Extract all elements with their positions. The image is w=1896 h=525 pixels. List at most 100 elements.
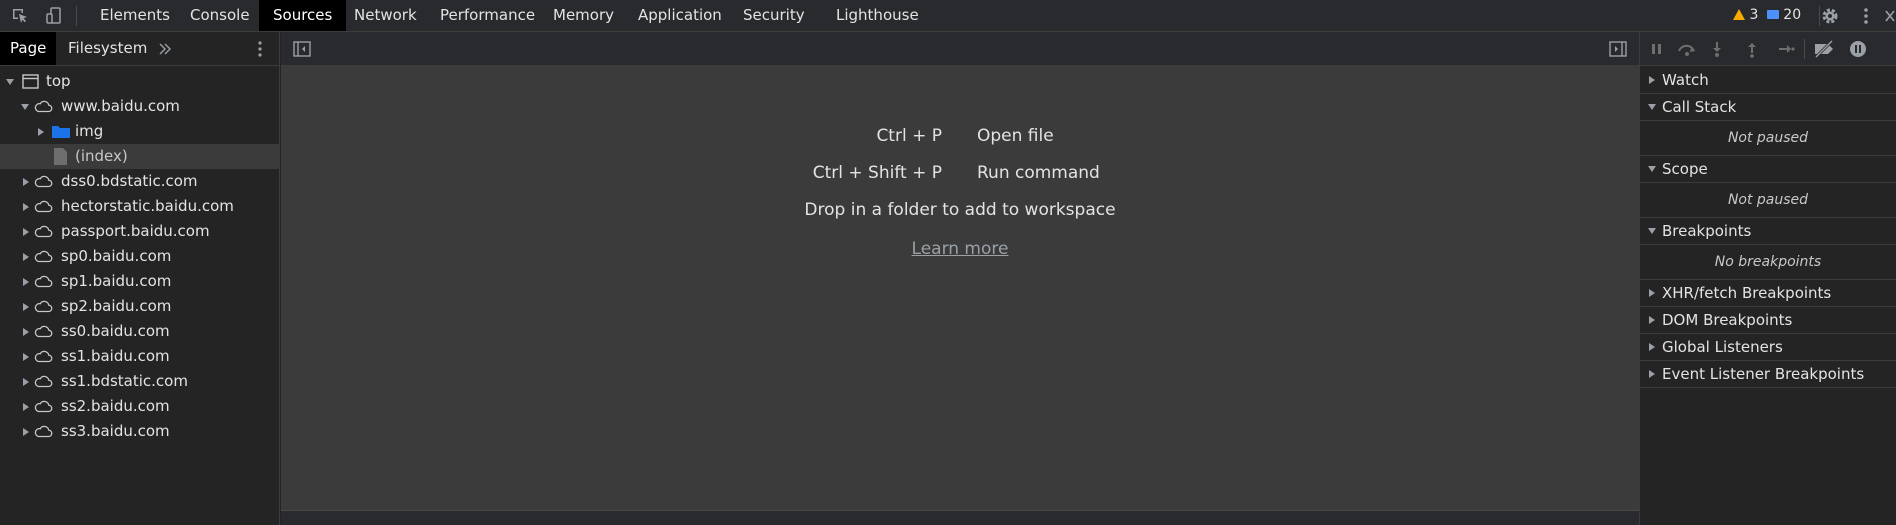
collapsed-arrow-icon[interactable] [23,203,29,211]
tree-item-label: ss0.baidu.com [61,322,170,340]
section-title: XHR/fetch Breakpoints [1662,284,1832,302]
tab-performance[interactable]: Performance [426,0,549,31]
expanded-arrow-icon [1648,104,1656,110]
tree-item-domain[interactable]: ss2.baidu.com [0,394,279,419]
collapsed-arrow-icon[interactable] [23,303,29,311]
shortcut-key-run-command: Ctrl + Shift + P [812,163,942,183]
learn-more-link[interactable]: Learn more [912,239,1009,259]
toolbar-divider [76,6,77,26]
toolbar-divider [1804,39,1805,59]
inspect-element-icon[interactable] [10,6,30,26]
step-over-icon[interactable] [1676,40,1698,58]
more-tabs-icon[interactable] [158,42,172,56]
tab-page[interactable]: Page [0,32,57,65]
tab-network[interactable]: Network [340,0,431,31]
navigator-tabs: Page Filesystem [0,32,279,66]
tree-item-domain[interactable]: sp2.baidu.com [0,294,279,319]
step-out-icon[interactable] [1743,40,1761,58]
expanded-arrow-icon[interactable] [6,79,14,85]
section-breakpoints[interactable]: Breakpoints [1640,218,1896,245]
pause-icon[interactable] [1648,40,1666,58]
collapsed-arrow-icon [1649,343,1655,351]
navigator-menu-icon[interactable] [252,40,268,58]
more-options-icon[interactable] [1856,6,1876,26]
tree-item-label: sp1.baidu.com [61,272,172,290]
cloud-icon [34,300,53,313]
tree-item-domain[interactable]: passport.baidu.com [0,219,279,244]
cloud-icon [34,225,53,238]
tree-item-domain[interactable]: sp0.baidu.com [0,244,279,269]
tab-filesystem[interactable]: Filesystem [58,32,157,65]
pause-on-exceptions-icon[interactable] [1849,40,1867,58]
debugger-toolbar [1640,32,1896,66]
shortcut-action-open-file: Open file [977,126,1054,146]
collapsed-arrow-icon[interactable] [23,328,29,336]
toggle-navigator-icon[interactable] [292,40,312,58]
step-icon[interactable] [1777,40,1795,58]
tab-sources[interactable]: Sources [259,0,347,31]
tree-item-folder[interactable]: img [0,119,279,144]
step-into-icon[interactable] [1708,40,1726,58]
tree-item-file[interactable]: (index) [0,144,279,169]
tree-item-top[interactable]: top [0,69,279,94]
tab-elements[interactable]: Elements [86,0,184,31]
debugger-pane: Watch Call Stack Not paused Scope Not pa… [1639,32,1896,525]
tree-item-label: top [46,72,71,90]
device-toolbar-icon[interactable] [44,6,64,26]
collapsed-arrow-icon[interactable] [23,278,29,286]
cloud-icon [34,275,53,288]
section-title: DOM Breakpoints [1662,311,1793,329]
collapsed-arrow-icon[interactable] [23,253,29,261]
close-icon[interactable] [1884,6,1896,26]
section-scope[interactable]: Scope [1640,156,1896,183]
collapsed-arrow-icon[interactable] [23,378,29,386]
section-xhr-breakpoints[interactable]: XHR/fetch Breakpoints [1640,280,1896,307]
section-title: Watch [1662,71,1709,89]
tab-security[interactable]: Security [729,0,819,31]
tree-item-label: sp2.baidu.com [61,297,172,315]
tab-console[interactable]: Console [176,0,264,31]
editor-status-bar [281,510,1639,525]
scope-status: Not paused [1640,183,1896,218]
tree-item-label: sp0.baidu.com [61,247,172,265]
deactivate-breakpoints-icon[interactable] [1812,40,1836,58]
issues-counter[interactable]: 3 20 [1733,0,1801,31]
tree-item-label: passport.baidu.com [61,222,210,240]
warnings-count: 3 [1749,7,1759,23]
tree-item-domain[interactable]: ss3.baidu.com [0,419,279,444]
editor-toolbar [281,32,1639,66]
section-dom-breakpoints[interactable]: DOM Breakpoints [1640,307,1896,334]
tree-item-domain[interactable]: dss0.bdstatic.com [0,169,279,194]
cloud-icon [34,325,53,338]
section-event-listener-breakpoints[interactable]: Event Listener Breakpoints [1640,361,1896,388]
section-watch[interactable]: Watch [1640,67,1896,94]
section-title: Call Stack [1662,98,1737,116]
tree-item-domain[interactable]: www.baidu.com [0,94,279,119]
devtools-toolbar: Elements Console Sources Network Perform… [0,0,1896,32]
collapsed-arrow-icon[interactable] [23,403,29,411]
tab-application[interactable]: Application [624,0,736,31]
tree-item-label: ss2.baidu.com [61,397,170,415]
tree-item-domain[interactable]: ss1.bdstatic.com [0,369,279,394]
tree-item-domain[interactable]: hectorstatic.baidu.com [0,194,279,219]
collapsed-arrow-icon[interactable] [38,128,44,136]
cloud-icon [34,175,53,188]
collapsed-arrow-icon[interactable] [23,178,29,186]
collapsed-arrow-icon[interactable] [23,353,29,361]
tab-lighthouse[interactable]: Lighthouse [822,0,933,31]
tab-memory[interactable]: Memory [539,0,628,31]
tree-item-domain[interactable]: ss1.baidu.com [0,344,279,369]
collapsed-arrow-icon[interactable] [23,428,29,436]
tree-item-domain[interactable]: ss0.baidu.com [0,319,279,344]
tree-item-domain[interactable]: sp1.baidu.com [0,269,279,294]
folder-icon [52,126,70,138]
section-call-stack[interactable]: Call Stack [1640,94,1896,121]
toggle-debugger-icon[interactable] [1608,40,1628,58]
section-title: Scope [1662,160,1708,178]
expanded-arrow-icon[interactable] [21,104,29,110]
collapsed-arrow-icon[interactable] [23,228,29,236]
messages-count: 20 [1783,7,1802,23]
section-global-listeners[interactable]: Global Listeners [1640,334,1896,361]
tree-item-label: hectorstatic.baidu.com [61,197,234,215]
gear-icon[interactable] [1820,6,1840,26]
